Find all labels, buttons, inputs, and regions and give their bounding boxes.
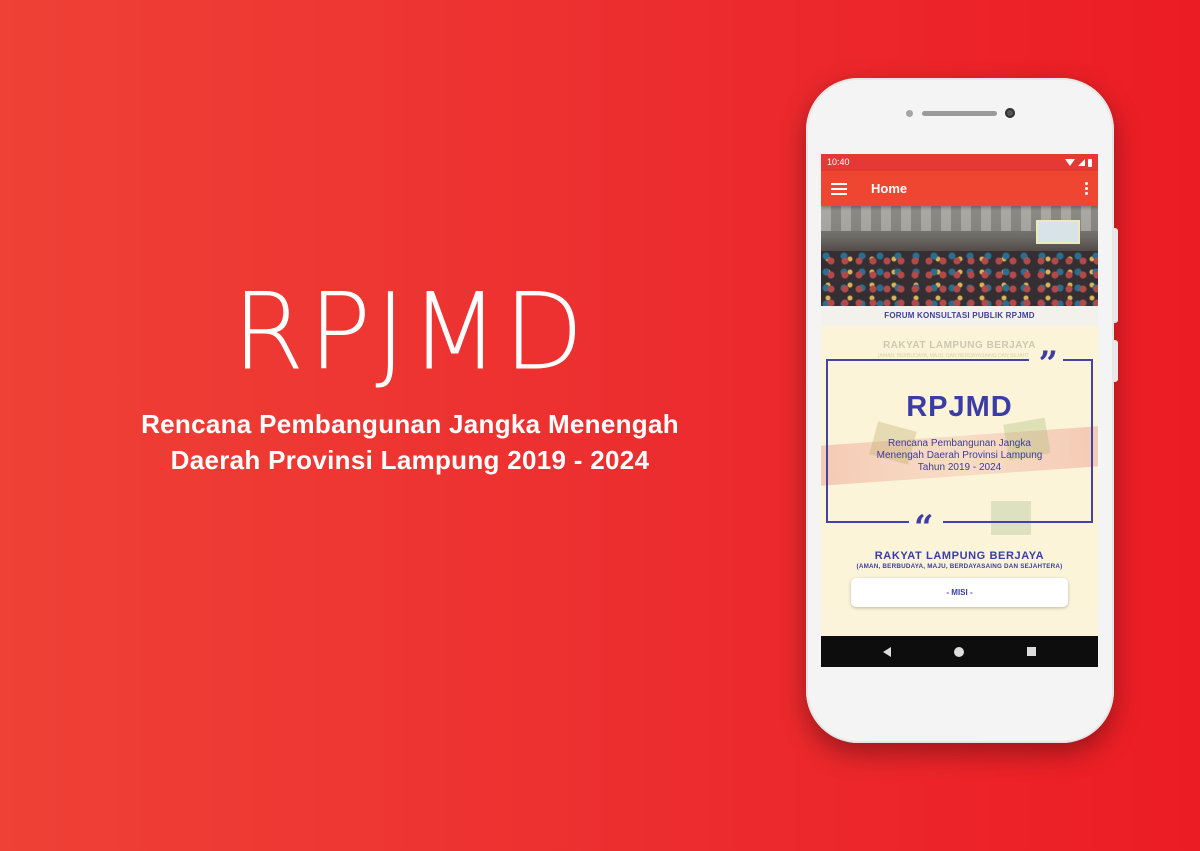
vision-description: Rencana Pembangunan Jangka Menengah Daer… [848,438,1071,474]
promo-subtitle: Rencana Pembangunan Jangka Menengah Daer… [90,406,730,478]
forum-banner[interactable]: FORUM KONSULTASI PUBLIK RPJMD [821,206,1098,326]
recent-apps-icon[interactable] [1027,647,1037,656]
open-quote-icon: “ [914,508,934,548]
motto-subtitle: (AMAN, BERBUDAYA, MAJU, BERDAYASAING DAN… [856,563,1063,570]
wifi-icon [1065,159,1075,166]
power-button [1113,340,1118,382]
signal-icon [1078,159,1085,166]
vision-frame: ” “ RPJMD Rencana Pembangunan Jangka Men… [826,347,1093,545]
phone-mockup: 10:40 Home FORUM KONSULTASI PUBLIK RPJMD… [806,78,1118,743]
promo-text: RPJMD Rencana Pembangunan Jangka Menenga… [90,269,730,478]
phone-screen: 10:40 Home FORUM KONSULTASI PUBLIK RPJMD… [821,154,1098,667]
status-icons [1065,154,1092,171]
promo-title: RPJMD [232,269,588,395]
home-icon[interactable] [953,646,964,657]
status-time: 10:40 [827,157,850,167]
close-quote-icon: ” [1038,344,1058,384]
volume-button [1113,228,1118,323]
front-camera [1005,108,1015,118]
hamburger-icon[interactable] [831,182,847,195]
vision-description-line2: Menengah Daerah Provinsi Lampung [876,450,1043,461]
vision-description-line3: Tahun 2019 - 2024 [917,462,1002,473]
vision-description-line1: Rencana Pembangunan Jangka [888,438,1031,449]
battery-icon [1088,158,1092,167]
banner-stage-screen [1036,220,1080,244]
android-nav-bar [821,636,1098,667]
vision-title: RPJMD [906,391,1013,423]
back-icon[interactable] [882,646,891,657]
earpiece-speaker [922,111,997,116]
status-bar: 10:40 [821,154,1098,171]
misi-button[interactable]: - MISI - [851,578,1068,607]
app-bar: Home [821,171,1098,206]
banner-caption: FORUM KONSULTASI PUBLIK RPJMD [821,306,1098,326]
proximity-sensor [906,110,913,117]
vision-card: RAKYAT LAMPUNG BERJAYA (AMAN, BERBUDAYA,… [821,326,1098,609]
motto-title: RAKYAT LAMPUNG BERJAYA [874,550,1045,562]
promo-subtitle-line2: Daerah Provinsi Lampung 2019 - 2024 [170,445,650,475]
app-title: Home [871,181,908,196]
promo-subtitle-line1: Rencana Pembangunan Jangka Menengah [141,409,679,439]
more-vert-icon[interactable] [1085,182,1088,195]
